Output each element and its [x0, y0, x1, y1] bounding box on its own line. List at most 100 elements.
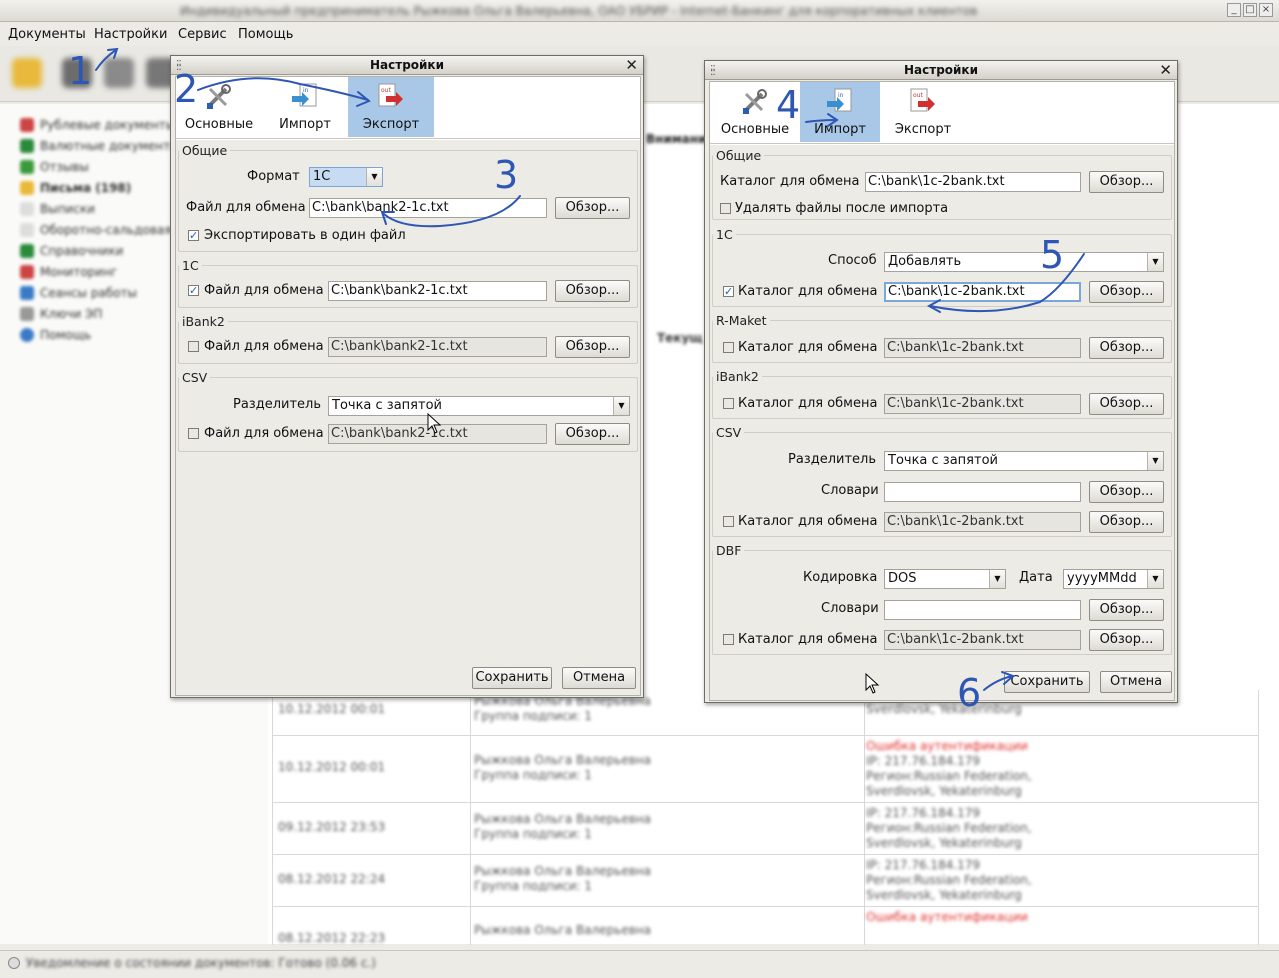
- export-file-field[interactable]: C:\bank\bank2-1c.txt: [309, 198, 547, 218]
- sidebar-item-revocations[interactable]: Отзывы: [20, 158, 89, 176]
- folder-icon: [20, 139, 34, 153]
- row-group: Группа подписи: 1: [474, 879, 592, 893]
- dbf-dir-field[interactable]: C:\bank\1c-2bank.txt: [884, 630, 1081, 650]
- rmaket-dir-field[interactable]: C:\bank\1c-2bank.txt: [884, 338, 1081, 358]
- single-file-checkbox[interactable]: ✓: [188, 230, 199, 241]
- group-legend: R-Maket: [716, 313, 767, 328]
- 1c-file-checkbox[interactable]: ✓: [188, 285, 199, 296]
- 1c-file-field[interactable]: C:\bank\bank2-1c.txt: [328, 281, 547, 301]
- import-dir-field[interactable]: C:\bank\1c-2bank.txt: [865, 172, 1081, 192]
- mode-label: Способ: [828, 253, 877, 268]
- group-legend: iBank2: [716, 369, 759, 384]
- close-icon[interactable]: ×: [1259, 3, 1273, 17]
- sidebar-item-letters[interactable]: Письма (198): [20, 179, 131, 197]
- sidebar-item-statements[interactable]: Выписки: [20, 200, 95, 218]
- minimize-icon[interactable]: _: [1227, 3, 1241, 17]
- ibank2-dir-checkbox[interactable]: [723, 398, 734, 409]
- folder-icon: [20, 160, 34, 174]
- tab-import[interactable]: in Импорт: [262, 77, 348, 137]
- sidebar-item-rub-docs[interactable]: Рублевые документы: [20, 116, 175, 134]
- csv-dir-checkbox[interactable]: [723, 516, 734, 527]
- group-legend: Общие: [716, 148, 762, 163]
- csv-dir-field[interactable]: C:\bank\1c-2bank.txt: [884, 512, 1081, 532]
- sidebar-item-keys[interactable]: Ключи ЭП: [20, 305, 102, 323]
- dialog-titlebar[interactable]: :::: Настройки ✕: [705, 61, 1177, 80]
- sidebar-item-sessions[interactable]: Сеансы работы: [20, 284, 137, 302]
- tab-import[interactable]: in Импорт: [800, 82, 880, 142]
- format-select[interactable]: 1С ▼: [309, 167, 383, 187]
- import-in-icon: in: [292, 83, 317, 107]
- browse-button[interactable]: Обзор...: [1089, 599, 1164, 621]
- cancel-button[interactable]: Отмена: [562, 667, 636, 689]
- csv-file-field[interactable]: C:\bank\bank2-1c.txt: [328, 424, 547, 444]
- dbf-dir-checkbox[interactable]: [723, 634, 734, 645]
- separator-select[interactable]: Точка с запятой ▼: [884, 451, 1164, 471]
- browse-button[interactable]: Обзор...: [1089, 337, 1164, 359]
- ibank2-dir-field[interactable]: C:\bank\1c-2bank.txt: [884, 394, 1081, 414]
- separator-select[interactable]: Точка с запятой ▼: [328, 396, 630, 416]
- dbf-dictionaries-field[interactable]: [884, 600, 1081, 620]
- browse-button[interactable]: Обзор...: [1089, 393, 1164, 415]
- browse-button[interactable]: Обзор...: [1089, 629, 1164, 651]
- date-format-select[interactable]: yyyyMMdd ▼: [1063, 569, 1164, 589]
- row-group: Группа подписи: 1: [474, 709, 592, 723]
- row-name: Рыжкова Ольга Валерьевна: [474, 812, 651, 826]
- status-bar: Уведомление о состоянии документов: Гото…: [0, 950, 1279, 978]
- save-button[interactable]: Сохранить: [1004, 671, 1090, 693]
- browse-button[interactable]: Обзор...: [555, 197, 630, 219]
- sidebar-item-label: Оборотно-сальдовая: [40, 223, 172, 237]
- group-legend: CSV: [182, 370, 208, 385]
- menu-documents[interactable]: Документы: [8, 27, 86, 42]
- sidebar-item-turnover[interactable]: Оборотно-сальдовая: [20, 221, 172, 239]
- menu-settings[interactable]: Настройки: [94, 27, 167, 42]
- 1c-dir-field[interactable]: C:\bank\1c-2bank.txt: [884, 282, 1081, 302]
- close-icon[interactable]: ✕: [1159, 61, 1172, 79]
- ibank2-file-checkbox[interactable]: [188, 341, 199, 352]
- svg-text:in: in: [838, 92, 844, 99]
- browse-button[interactable]: Обзор...: [1089, 281, 1164, 303]
- encoding-select[interactable]: DOS ▼: [884, 569, 1006, 589]
- chevron-down-icon: ▼: [366, 168, 382, 186]
- rmaket-dir-checkbox[interactable]: [723, 342, 734, 353]
- close-icon[interactable]: ✕: [625, 56, 638, 74]
- delete-after-import-checkbox[interactable]: [720, 203, 731, 214]
- csv-file-checkbox[interactable]: [188, 428, 199, 439]
- browse-button[interactable]: Обзор...: [555, 423, 630, 445]
- maximize-icon[interactable]: □: [1243, 3, 1257, 17]
- sidebar-item-monitoring[interactable]: Мониторинг: [20, 263, 117, 281]
- folder-icon: [20, 118, 34, 132]
- browse-button[interactable]: Обзор...: [1089, 171, 1164, 193]
- browse-button[interactable]: Обзор...: [555, 336, 630, 358]
- menu-help[interactable]: Помощь: [238, 27, 293, 42]
- dir-label: Каталог для обмена: [738, 632, 878, 647]
- cancel-button[interactable]: Отмена: [1100, 671, 1172, 693]
- dialog-title: Настройки: [903, 63, 978, 77]
- group-legend: 1С: [716, 227, 733, 242]
- format-label: Формат: [247, 169, 300, 184]
- sidebar-item-currency-docs[interactable]: Валютные документы: [20, 137, 180, 155]
- annotation-step-6: 6: [957, 671, 982, 715]
- browse-button[interactable]: Обзор...: [555, 280, 630, 302]
- dialog-titlebar[interactable]: :::: Настройки ✕: [171, 56, 643, 75]
- sidebar-item-help[interactable]: Помощь: [20, 326, 91, 344]
- key-icon[interactable]: [12, 58, 42, 88]
- browse-button[interactable]: Обзор...: [1089, 481, 1164, 503]
- status-indicator-icon: [8, 957, 20, 969]
- dir-label: Каталог для обмена: [738, 284, 878, 299]
- mode-select[interactable]: Добавлять ▼: [884, 252, 1164, 272]
- save-button[interactable]: Сохранить: [472, 667, 552, 689]
- ibank2-file-field[interactable]: C:\bank\bank2-1c.txt: [328, 337, 547, 357]
- browse-button[interactable]: Обзор...: [1089, 511, 1164, 533]
- row-region: Sverdlovsk, Yekaterinburg: [866, 702, 1022, 716]
- dialog-title: Настройки: [369, 58, 444, 72]
- mode-value: Добавлять: [888, 254, 962, 269]
- 1c-dir-checkbox[interactable]: ✓: [723, 286, 734, 297]
- sidebar-item-references[interactable]: Справочники: [20, 242, 123, 260]
- menu-service[interactable]: Сервис: [178, 27, 227, 42]
- row-region: Регион:Russian Federation, Sverdlovsk, Y…: [866, 821, 1032, 850]
- row-region: Регион:Russian Federation, Sverdlovsk, Y…: [866, 769, 1032, 798]
- csv-dictionaries-field[interactable]: [884, 482, 1081, 502]
- refresh-icon[interactable]: [104, 58, 134, 88]
- tab-export[interactable]: out Экспорт: [880, 82, 966, 142]
- tab-export[interactable]: out Экспорт: [348, 77, 434, 137]
